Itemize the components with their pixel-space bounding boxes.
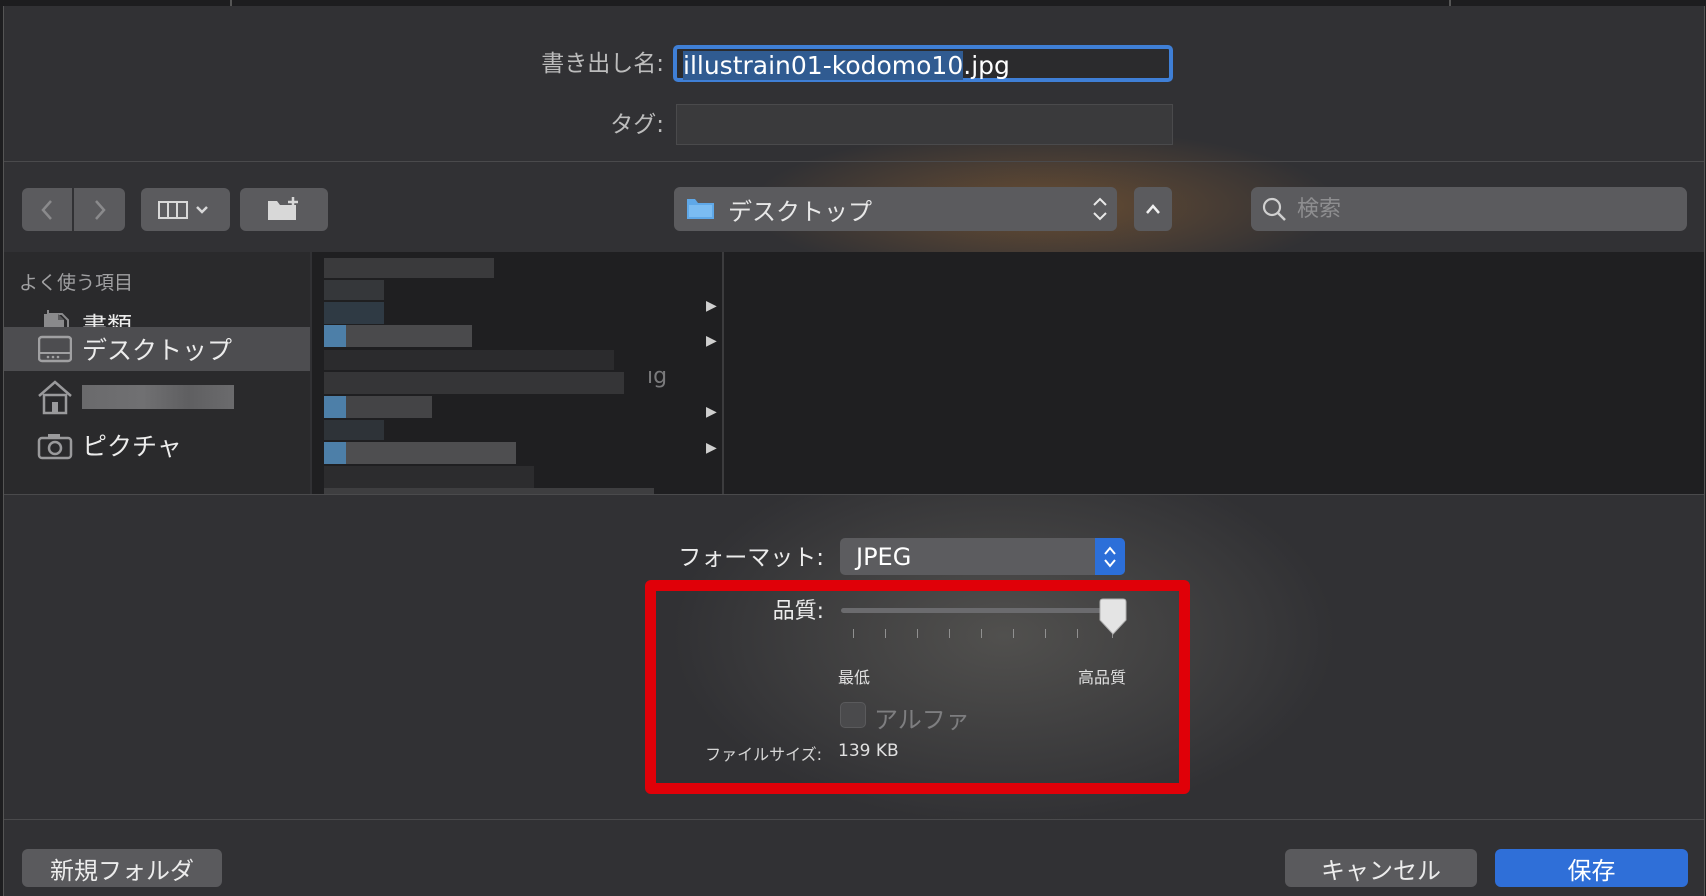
truncated-filename: ıg bbox=[647, 364, 668, 389]
sidebar: よく使う項目 書類 デスクトップ ピクチャ bbox=[4, 252, 310, 494]
new-folder-toolbar-button[interactable] bbox=[240, 188, 328, 231]
disclosure-arrow: ▶ bbox=[706, 298, 717, 314]
disclosure-arrow: ▶ bbox=[706, 333, 717, 349]
filename-extension: .jpg bbox=[963, 51, 1010, 80]
camera-icon bbox=[36, 428, 74, 462]
redacted-file-row bbox=[324, 350, 614, 370]
format-label: フォーマット: bbox=[678, 545, 824, 571]
home-icon bbox=[36, 380, 74, 415]
folder-icon bbox=[687, 199, 714, 219]
new-folder-icon bbox=[268, 196, 298, 220]
divider bbox=[4, 494, 1704, 495]
redacted-file-row bbox=[346, 325, 472, 347]
redacted-file-row bbox=[324, 325, 346, 347]
redacted-file-row bbox=[324, 420, 384, 440]
save-dialog: 書き出し名: illustrain01-kodomo10.jpg タグ: デスク… bbox=[3, 6, 1705, 896]
annotation-highlight-box bbox=[645, 580, 1190, 794]
redacted-file-row bbox=[346, 442, 516, 464]
search-field[interactable] bbox=[1251, 187, 1687, 231]
sidebar-item-label: ピクチャ bbox=[82, 432, 182, 461]
redacted-file-row bbox=[324, 302, 384, 324]
location-popup[interactable]: デスクトップ bbox=[674, 187, 1117, 231]
forward-button[interactable] bbox=[74, 188, 125, 231]
redacted-file-row bbox=[324, 442, 346, 464]
sidebar-item-desktop[interactable]: デスクトップ bbox=[4, 327, 310, 371]
redacted-file-row bbox=[346, 396, 432, 418]
format-popup[interactable]: JPEG bbox=[840, 538, 1125, 575]
sidebar-section-title: よく使う項目 bbox=[19, 272, 134, 294]
updown-chevron-icon bbox=[1093, 197, 1107, 221]
search-icon bbox=[1262, 197, 1286, 221]
back-button[interactable] bbox=[22, 188, 72, 231]
format-value: JPEG bbox=[856, 542, 912, 571]
chevron-left-icon bbox=[41, 199, 52, 220]
divider bbox=[4, 161, 1704, 162]
tags-label: タグ: bbox=[610, 112, 664, 138]
columns-view-icon bbox=[157, 200, 208, 219]
redacted-file-row bbox=[324, 280, 384, 300]
redacted-file-row bbox=[324, 258, 494, 278]
filename-selected-text: illustrain01-kodomo10 bbox=[683, 51, 964, 80]
expand-collapse-button[interactable] bbox=[1134, 187, 1172, 231]
tags-field[interactable] bbox=[676, 104, 1173, 145]
desktop-icon bbox=[36, 332, 74, 366]
chevron-up-icon bbox=[1146, 204, 1160, 214]
search-input[interactable] bbox=[1295, 195, 1659, 223]
save-button[interactable]: 保存 bbox=[1495, 849, 1688, 887]
username-redacted bbox=[82, 385, 234, 409]
disclosure-arrow: ▶ bbox=[706, 404, 717, 420]
updown-chevron-icon bbox=[1095, 538, 1125, 575]
redacted-file-row bbox=[324, 372, 624, 394]
export-name-field[interactable]: illustrain01-kodomo10.jpg bbox=[673, 45, 1173, 82]
export-name-label: 書き出し名: bbox=[541, 51, 664, 77]
redacted-file-row bbox=[324, 466, 534, 488]
sidebar-item-label: デスクトップ bbox=[82, 336, 233, 365]
cancel-button[interactable]: キャンセル bbox=[1285, 849, 1477, 887]
disclosure-arrow: ▶ bbox=[706, 440, 717, 456]
chevron-right-icon bbox=[94, 199, 106, 220]
sidebar-item-pictures[interactable]: ピクチャ bbox=[4, 422, 310, 468]
location-label: デスクトップ bbox=[728, 197, 872, 226]
view-mode-button[interactable] bbox=[141, 188, 230, 231]
file-column[interactable]: ıg ▶ ▶ ▶ ▶ bbox=[312, 252, 724, 494]
divider bbox=[4, 819, 1704, 820]
redacted-file-row bbox=[324, 396, 346, 418]
sidebar-item-home[interactable] bbox=[4, 374, 310, 420]
file-browser: ıg ▶ ▶ ▶ ▶ bbox=[312, 252, 1704, 494]
new-folder-button[interactable]: 新規フォルダ bbox=[22, 849, 222, 887]
